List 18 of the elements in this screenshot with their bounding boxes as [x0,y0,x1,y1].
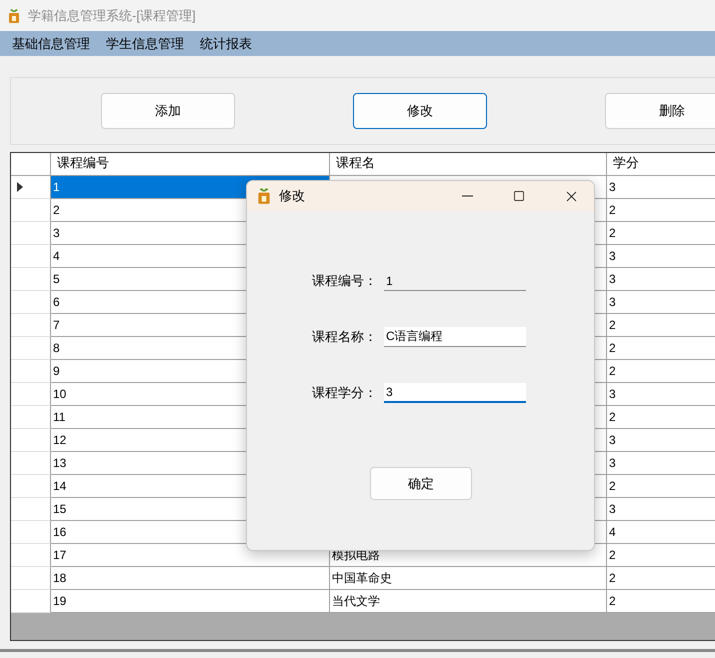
menu-item[interactable]: 统计报表 [192,34,260,52]
table-cell: 19 [51,590,330,613]
table-cell: 中国革命史 [330,567,607,590]
table-cell: 当代文学 [330,590,607,613]
input-field[interactable]: C语言编程 [384,327,526,347]
window-title: 学籍信息管理系统-[课程管理] [28,6,196,24]
menu-item[interactable]: 基础信息管理 [4,34,98,52]
table-cell: 18 [51,567,330,590]
toolbar-button[interactable]: 添加 [101,93,235,129]
toolbar-button[interactable]: 修改 [353,93,487,129]
app-icon [6,8,22,24]
confirm-button[interactable]: 确定 [370,467,472,500]
toolbar-button[interactable]: 删除 [605,93,715,129]
maximize-icon [513,190,525,202]
row-pointer-icon [17,182,23,192]
menu-item[interactable]: 学生信息管理 [98,34,192,52]
minimize-icon [462,195,472,197]
input-field[interactable]: 3 [384,383,526,403]
